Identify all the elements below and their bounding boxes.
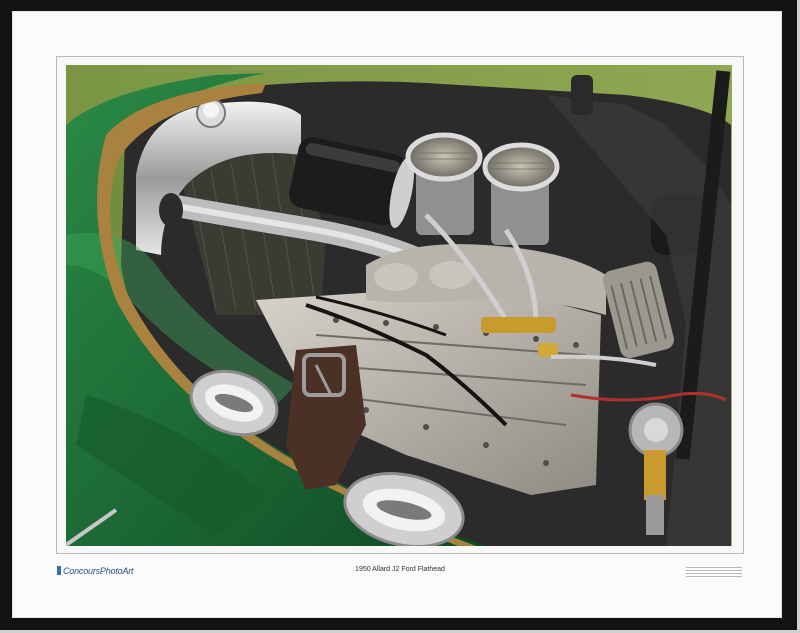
fine-print	[686, 565, 742, 577]
print-caption: 1950 Allard J2 Ford Flathead	[355, 566, 445, 573]
engine-bay-photo	[66, 65, 732, 546]
